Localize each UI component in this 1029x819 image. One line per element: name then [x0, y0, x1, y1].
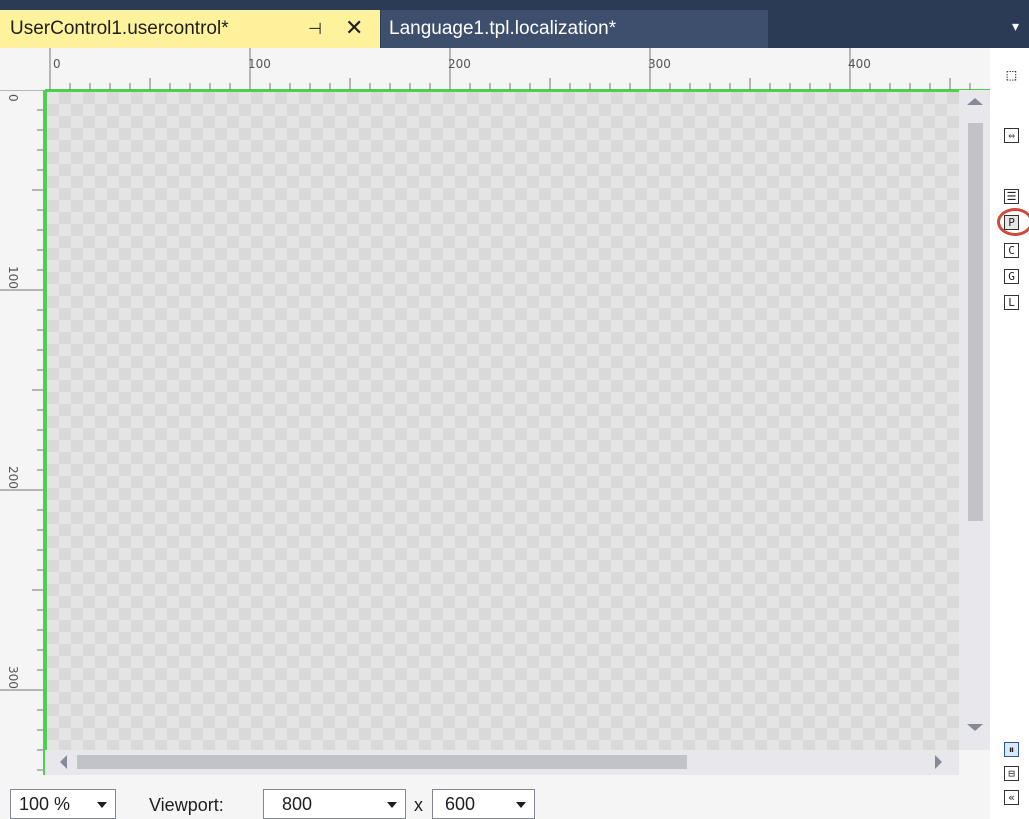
design-canvas[interactable] — [45, 90, 959, 750]
code-view-icon[interactable]: ⇔ — [1004, 128, 1019, 143]
l-button[interactable]: L — [1004, 295, 1019, 310]
p-button[interactable]: P — [1004, 215, 1019, 230]
viewport-height-value: 600 — [445, 793, 476, 814]
ruler-label: 400 — [848, 57, 871, 71]
bottom-toolbar: 100 % Viewport: 800 x 600 — [0, 775, 990, 819]
chevron-down-icon — [516, 802, 526, 808]
ruler-corner — [0, 48, 45, 90]
viewport-width-dropdown[interactable]: 800 — [263, 789, 406, 819]
vertical-split-icon[interactable]: ⏸ — [1004, 742, 1019, 757]
viewport-height-dropdown[interactable]: 600 — [432, 789, 535, 819]
document-tab-bar: UserControl1.usercontrol* ⊣ ✕ Language1.… — [0, 0, 1029, 48]
tab-title: Language1.tpl.localization* — [389, 18, 617, 39]
vertical-scroll-thumb[interactable] — [968, 123, 983, 521]
close-icon[interactable]: ✕ — [345, 15, 363, 41]
tab-title: UserControl1.usercontrol* — [10, 18, 229, 39]
zoom-value: 100 % — [19, 793, 71, 814]
horizontal-scroll-thumb[interactable] — [77, 755, 687, 769]
c-button[interactable]: C — [1004, 243, 1019, 258]
horizontal-scrollbar[interactable] — [45, 750, 959, 775]
horizontal-split-icon[interactable]: ⊟ — [1004, 766, 1019, 781]
vertical-ruler: 0 100 200 300 — [0, 90, 45, 775]
scroll-down-icon[interactable] — [967, 724, 983, 731]
ruler-label: 0 — [53, 57, 61, 71]
scroll-right-icon[interactable] — [935, 755, 942, 769]
right-toolbar: ⬚ ⇔ ☰ P C G L ⏸ ⊟ « — [990, 48, 1029, 819]
ruler-label: 100 — [6, 266, 20, 289]
viewport-width-value: 800 — [282, 793, 313, 814]
properties-list-icon[interactable]: ☰ — [1004, 189, 1019, 204]
pin-icon[interactable]: ⊣ — [308, 19, 322, 39]
dropdown-icon[interactable]: ▾ — [1012, 18, 1019, 35]
chevron-down-icon — [97, 802, 107, 808]
pointer-tool-icon[interactable]: ⬚ — [1004, 67, 1019, 83]
ruler-label: 0 — [6, 94, 20, 102]
chevron-down-icon — [387, 802, 397, 808]
tab-language1-localization[interactable]: Language1.tpl.localization* — [381, 10, 768, 48]
scroll-left-icon[interactable] — [60, 755, 67, 769]
ruler-label: 200 — [6, 466, 20, 489]
designer-surface: 0 100 200 300 400 0 100 200 300 — [0, 48, 990, 775]
viewport-label: Viewport: — [149, 795, 224, 815]
ruler-label: 100 — [248, 57, 271, 71]
collapse-icon[interactable]: « — [1004, 790, 1019, 805]
ruler-label: 200 — [448, 57, 471, 71]
ruler-label: 300 — [648, 57, 671, 71]
zoom-dropdown[interactable]: 100 % — [10, 789, 116, 819]
horizontal-ruler: 0 100 200 300 400 — [45, 48, 990, 90]
tab-usercontrol1[interactable]: UserControl1.usercontrol* ⊣ ✕ — [0, 10, 380, 48]
x-separator: x — [414, 795, 423, 815]
g-button[interactable]: G — [1004, 269, 1019, 284]
ruler-label: 300 — [6, 666, 20, 689]
scroll-up-icon[interactable] — [967, 98, 983, 105]
vertical-scrollbar[interactable] — [959, 90, 990, 750]
